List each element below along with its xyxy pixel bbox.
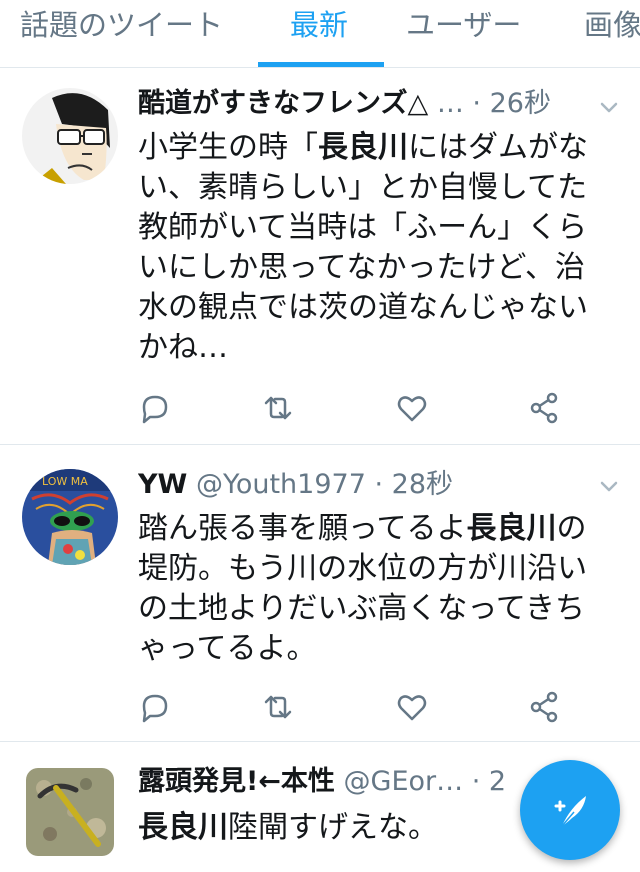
avatar[interactable]: LOW MA <box>22 469 118 565</box>
search-highlight: 長良川 <box>138 810 228 845</box>
compose-tweet-button[interactable] <box>520 760 620 860</box>
retweet-icon[interactable] <box>260 390 296 426</box>
tweet-text-part: 踏ん張る事を願ってるよ <box>138 511 467 546</box>
svg-text:LOW MA: LOW MA <box>42 475 88 488</box>
tab-latest[interactable]: 最新 <box>290 0 348 66</box>
tab-users[interactable]: ユーザー <box>406 0 521 66</box>
timestamp[interactable]: · 2 <box>472 766 506 797</box>
tweet-text-part: にはダムがない、素晴らしい」とか自慢してた教師がいて当時は「ふーん」くらいにしか… <box>138 130 588 365</box>
tab-top[interactable]: 話題のツイート <box>20 0 223 66</box>
tweet-header: 酷道がすきなフレンズ△ … · 26秒 <box>138 86 580 122</box>
tweet-text-part: 小学生の時「 <box>138 130 318 165</box>
display-name[interactable]: 露頭発見!←本性 <box>138 766 335 797</box>
compose-icon <box>554 796 586 827</box>
reply-icon[interactable] <box>136 689 172 725</box>
active-tab-indicator <box>258 62 384 67</box>
search-highlight: 長良川 <box>466 511 557 546</box>
tweet-actions <box>136 689 576 729</box>
chevron-down-icon[interactable] <box>598 475 620 497</box>
like-icon[interactable] <box>394 689 430 725</box>
reply-icon[interactable] <box>136 390 172 426</box>
tweet-text: 小学生の時「長良川にはダムがない、素晴らしい」とか自慢してた教師がいて当時は「ふ… <box>138 128 610 368</box>
user-handle[interactable]: … <box>437 88 464 119</box>
tab-images[interactable]: 画像 <box>584 0 640 66</box>
search-highlight: 長良川 <box>318 130 408 165</box>
search-tabs: 話題のツイート 最新 ユーザー 画像 <box>0 0 640 68</box>
tweet-text-part: 陸閘すげえな。 <box>228 810 438 845</box>
like-icon[interactable] <box>394 390 430 426</box>
tweet[interactable]: 酷道がすきなフレンズ△ … · 26秒 小学生の時「長良川にはダムがない、素晴ら… <box>0 68 640 445</box>
display-name[interactable]: 酷道がすきなフレンズ△ <box>138 88 428 119</box>
timestamp[interactable]: · 26秒 <box>472 88 551 119</box>
retweet-icon[interactable] <box>260 689 296 725</box>
tweet-header: 露頭発見!←本性 @GEor… · 2 <box>138 764 580 800</box>
tweet-actions <box>136 390 576 430</box>
user-handle[interactable]: @Youth1977 <box>196 469 366 500</box>
avatar[interactable] <box>26 768 114 856</box>
chevron-down-icon[interactable] <box>598 96 620 118</box>
display-name[interactable]: YW <box>138 469 187 500</box>
share-icon[interactable] <box>526 689 562 725</box>
user-handle[interactable]: @GEor… <box>344 766 464 797</box>
timestamp[interactable]: · 28秒 <box>374 469 453 500</box>
tweet-header: YW @Youth1977 · 28秒 <box>138 467 580 503</box>
share-icon[interactable] <box>526 390 562 426</box>
avatar[interactable] <box>22 88 118 184</box>
tweet[interactable]: LOW MA YW @Youth1977 · 28秒 踏ん張る事を願ってるよ長良… <box>0 445 640 742</box>
tweet-text: 踏ん張る事を願ってるよ長良川の堤防。もう川の水位の方が川沿いの土地よりだいぶ高く… <box>138 509 610 669</box>
